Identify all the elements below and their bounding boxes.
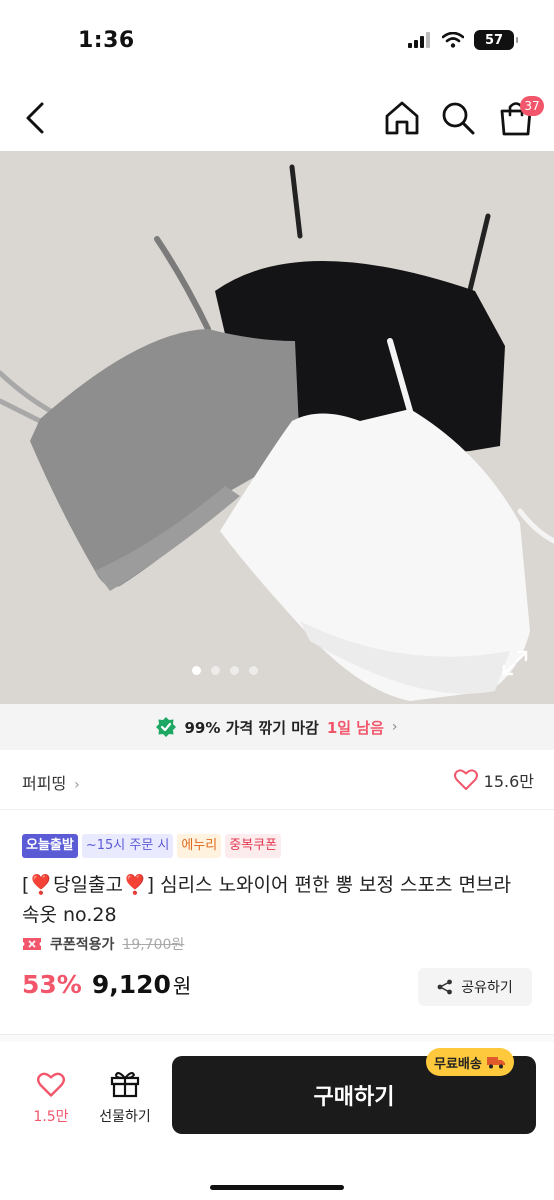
carousel-dot[interactable] (211, 666, 220, 675)
coupon-icon (23, 938, 41, 950)
tag-enuri: 에누리 (177, 834, 222, 858)
battery-icon: 57 (474, 30, 518, 50)
price-row: 53% 9,120 원 (22, 970, 191, 999)
product-photo (0, 151, 554, 704)
search-icon[interactable] (440, 98, 476, 138)
share-icon (437, 979, 453, 995)
status-icons: 57 (408, 30, 518, 50)
cart-count-badge: 37 (520, 96, 544, 116)
wish-button[interactable]: 1.5만 (22, 1072, 80, 1126)
home-indicator (210, 1185, 344, 1190)
status-time: 1:36 (78, 28, 135, 53)
deal-remaining: 1일 남음 (326, 718, 384, 737)
discount-rate: 53% (22, 970, 82, 999)
share-button[interactable]: 공유하기 (418, 968, 532, 1006)
deal-text: 99% 가격 깎기 마감 (184, 718, 319, 737)
home-icon[interactable] (382, 98, 422, 138)
tag-duplicate-coupon: 중복쿠폰 (225, 834, 282, 858)
sale-price-value: 9,120 (91, 970, 171, 999)
top-nav (0, 88, 554, 148)
back-icon[interactable] (18, 98, 54, 138)
carousel-dot[interactable] (192, 666, 201, 675)
sale-price: 9,120 원 (92, 970, 191, 999)
carousel-dots (0, 666, 554, 675)
currency-label: 원 (172, 974, 192, 998)
tag-today-shipping: 오늘출발 (22, 834, 78, 858)
gift-label: 선물하기 (99, 1109, 151, 1125)
tag-order-time: ~15시 주문 시 (81, 834, 174, 858)
carousel-dot[interactable] (249, 666, 258, 675)
check-shield-icon (156, 717, 177, 737)
carousel-dot[interactable] (230, 666, 239, 675)
deal-banner[interactable]: 99% 가격 깎기 마감 1일 남음 › (0, 704, 554, 750)
section-divider (0, 1034, 554, 1042)
signal-icon (408, 32, 430, 48)
chevron-right-icon: › (391, 719, 398, 735)
gift-button[interactable]: 선물하기 (92, 1070, 158, 1126)
chevron-right-icon: › (74, 777, 80, 793)
coupon-row: 쿠폰적용가 19,700원 (22, 934, 184, 954)
share-label: 공유하기 (461, 980, 513, 996)
product-tags: 오늘출발 ~15시 주문 시 에누리 중복쿠폰 (22, 834, 282, 858)
status-bar: 1:36 57 (0, 0, 554, 80)
gift-icon (110, 1072, 140, 1098)
original-price: 19,700원 (122, 937, 185, 953)
store-link[interactable]: 퍼피띵 › (22, 770, 80, 794)
coupon-price-label: 쿠폰적용가 (50, 937, 115, 953)
free-shipping-label: 무료배송 (434, 1056, 482, 1072)
heart-icon (453, 769, 478, 790)
free-shipping-badge: 무료배송 (426, 1048, 514, 1076)
store-like-count: 15.6만 (483, 772, 534, 791)
product-image[interactable] (0, 151, 554, 704)
wish-count: 1.5만 (33, 1109, 69, 1125)
store-row: 퍼피띵 › 15.6만 (0, 752, 554, 810)
store-like-button[interactable]: 15.6만 (453, 768, 534, 792)
store-name: 퍼피띵 (22, 774, 67, 793)
expand-icon[interactable] (502, 650, 528, 676)
wifi-icon (442, 32, 464, 48)
heart-icon (37, 1072, 65, 1097)
product-title: [❣️당일출고❣️] 심리스 노와이어 편한 뽕 보정 스포츠 면브라 속옷 n… (22, 874, 511, 926)
truck-icon (486, 1057, 505, 1069)
bottom-action-bar: 1.5만 선물하기 구매하기 무료배송 (0, 1042, 554, 1200)
